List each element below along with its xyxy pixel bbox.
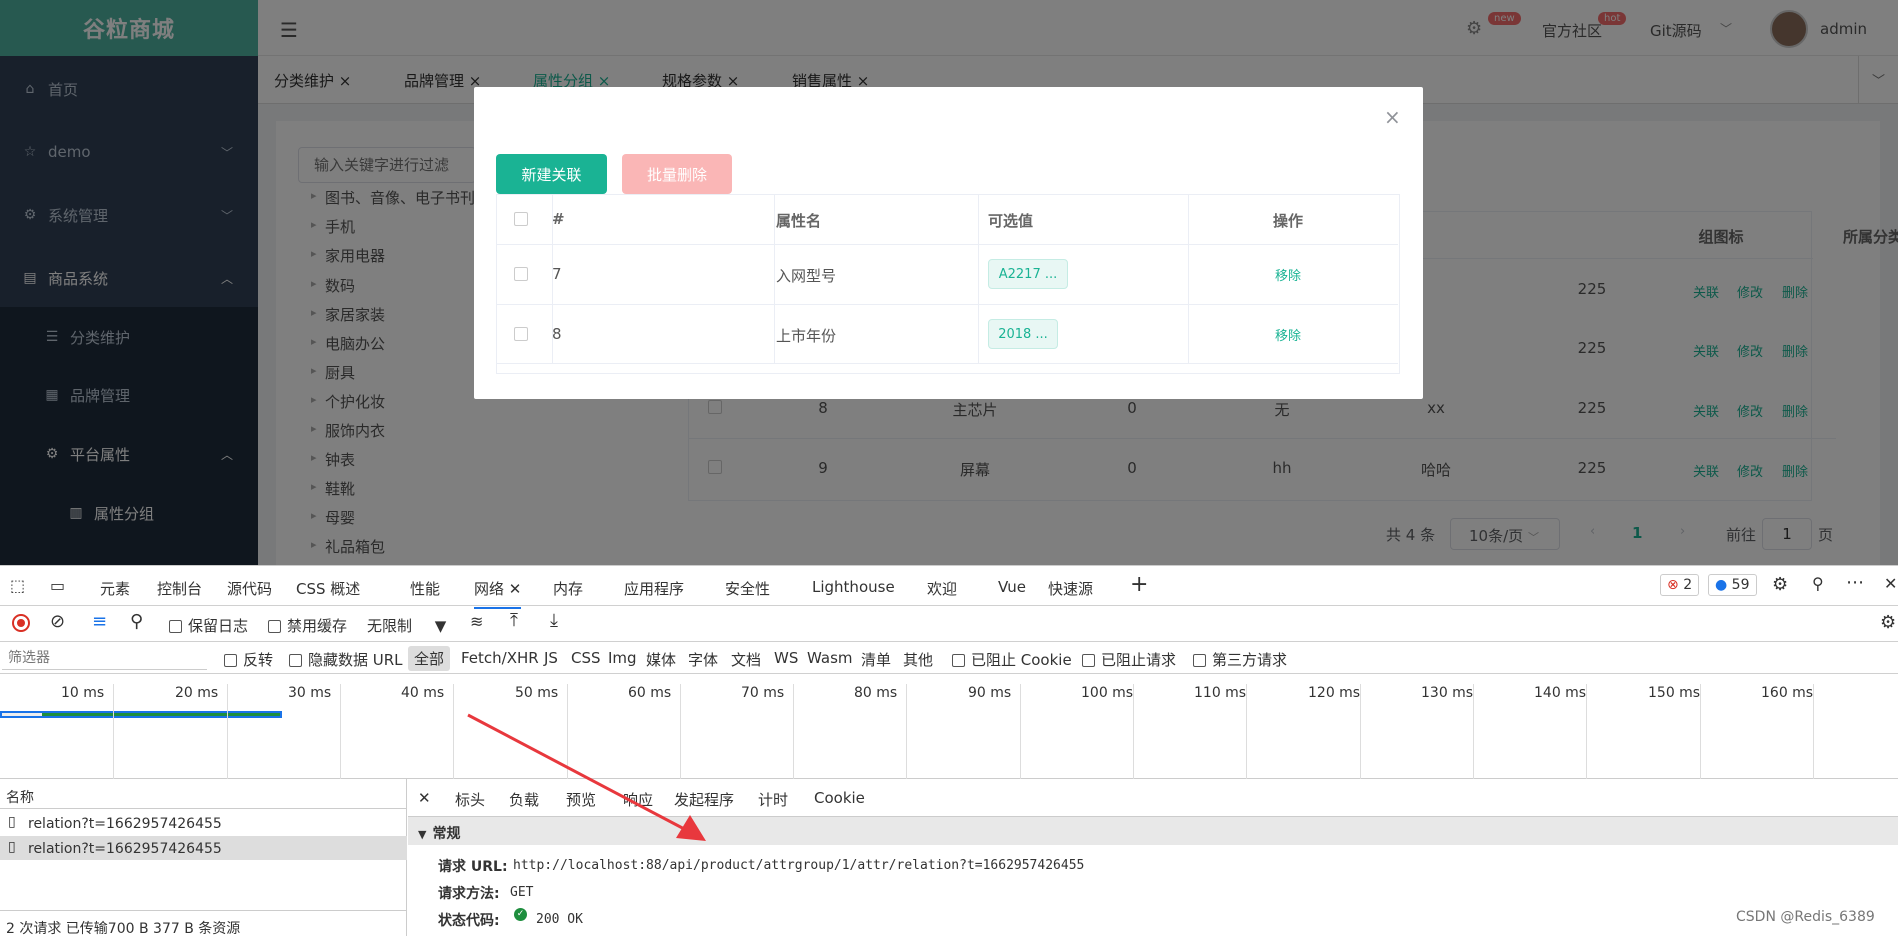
arrow-line [467, 713, 691, 834]
annotation-arrow [467, 713, 706, 841]
